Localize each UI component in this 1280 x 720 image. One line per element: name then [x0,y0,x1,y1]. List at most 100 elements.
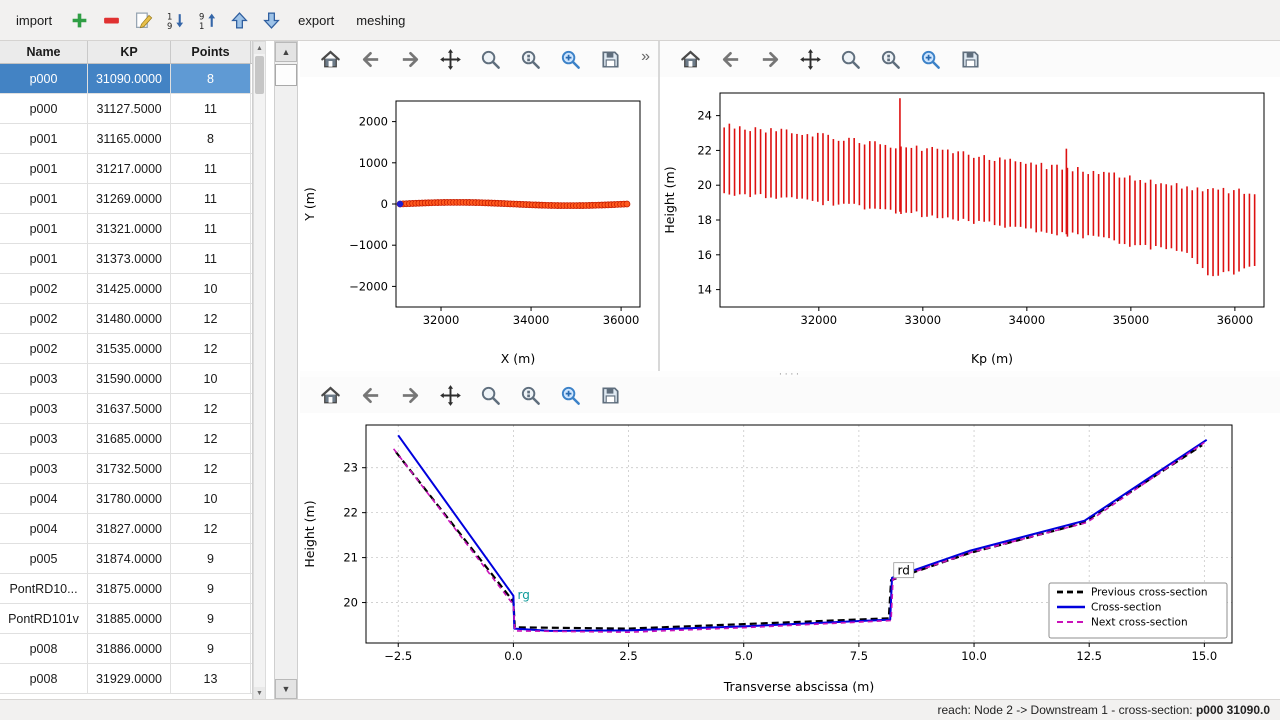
points-cell[interactable]: 9 [171,574,251,603]
column-header-name[interactable]: Name [0,41,88,63]
column-header-kp[interactable]: KP [88,41,171,63]
kp-cell[interactable]: 31269.0000 [88,184,171,213]
name-cell[interactable]: p002 [0,274,88,303]
longitudinal-profile-chart[interactable]: 3200033000340003500036000141618202224Kp … [660,77,1278,369]
kp-cell[interactable]: 31929.0000 [88,664,171,693]
kp-cell[interactable]: 31732.5000 [88,454,171,483]
points-cell[interactable]: 11 [171,94,251,123]
table-row[interactable]: p00431827.000012 [0,514,252,544]
points-cell[interactable]: 12 [171,454,251,483]
table-scroll-down-icon[interactable]: ▼ [254,687,265,699]
kp-cell[interactable]: 31885.0000 [88,604,171,633]
points-cell[interactable]: 10 [171,364,251,393]
name-cell[interactable]: p008 [0,634,88,663]
kp-cell[interactable]: 31090.0000 [88,64,171,93]
points-cell[interactable]: 9 [171,634,251,663]
edit-button[interactable] [128,5,158,35]
home-button[interactable] [314,380,346,410]
sort-ascending-button[interactable]: 1 9 [160,5,190,35]
table-row[interactable]: p00831929.000013 [0,664,252,694]
name-cell[interactable]: p001 [0,184,88,213]
name-cell[interactable]: p001 [0,154,88,183]
table-row[interactable]: p00131217.000011 [0,154,252,184]
points-cell[interactable]: 9 [171,604,251,633]
panel-scrollbar[interactable]: ▲ ▼ [274,41,298,700]
pan-button[interactable] [434,44,466,74]
zoom-button[interactable] [474,44,506,74]
points-cell[interactable]: 11 [171,154,251,183]
forward-button[interactable] [394,44,426,74]
table-row[interactable]: p00031127.500011 [0,94,252,124]
kp-cell[interactable]: 31373.0000 [88,244,171,273]
name-cell[interactable]: p000 [0,94,88,123]
move-down-button[interactable] [256,5,286,35]
table-scrollbar-thumb[interactable] [255,56,264,94]
points-cell[interactable]: 9 [171,544,251,573]
back-button[interactable] [354,380,386,410]
table-scrollbar[interactable]: ▲ ▼ [253,41,266,700]
subplots-button[interactable] [874,44,906,74]
move-up-button[interactable] [224,5,254,35]
kp-cell[interactable]: 31875.0000 [88,574,171,603]
points-cell[interactable]: 8 [171,64,251,93]
kp-cell[interactable]: 31780.0000 [88,484,171,513]
table-row[interactable]: p00431780.000010 [0,484,252,514]
table-row[interactable]: p00331637.500012 [0,394,252,424]
table-row[interactable]: p00831886.00009 [0,634,252,664]
name-cell[interactable]: p002 [0,304,88,333]
table-row[interactable]: p00331732.500012 [0,454,252,484]
kp-cell[interactable]: 31165.0000 [88,124,171,153]
kp-cell[interactable]: 31480.0000 [88,304,171,333]
points-cell[interactable]: 12 [171,304,251,333]
kp-cell[interactable]: 31217.0000 [88,154,171,183]
name-cell[interactable]: p001 [0,124,88,153]
name-cell[interactable]: p003 [0,364,88,393]
points-cell[interactable]: 12 [171,394,251,423]
menu-export[interactable]: export [288,8,344,33]
points-cell[interactable]: 11 [171,184,251,213]
toolbar-overflow-button[interactable]: » [635,46,656,68]
kp-cell[interactable]: 31637.5000 [88,394,171,423]
remove-cross-section-button[interactable] [96,5,126,35]
kp-cell[interactable]: 31321.0000 [88,214,171,243]
subplots-button[interactable] [514,44,546,74]
add-cross-section-button[interactable] [64,5,94,35]
table-row[interactable]: PontRD10...31875.00009 [0,574,252,604]
points-cell[interactable]: 12 [171,424,251,453]
customize-button[interactable] [554,44,586,74]
points-cell[interactable]: 12 [171,514,251,543]
kp-cell[interactable]: 31590.0000 [88,364,171,393]
panel-scroll-down-button[interactable]: ▼ [275,679,297,699]
points-cell[interactable]: 10 [171,274,251,303]
table-row[interactable]: p00331685.000012 [0,424,252,454]
table-row[interactable]: p00331590.000010 [0,364,252,394]
table-row[interactable]: p00531874.00009 [0,544,252,574]
forward-button[interactable] [394,380,426,410]
table-row[interactable]: PontRD101v31885.00009 [0,604,252,634]
kp-cell[interactable]: 31127.5000 [88,94,171,123]
points-cell[interactable]: 11 [171,214,251,243]
name-cell[interactable]: p003 [0,394,88,423]
table-scroll-up-icon[interactable]: ▲ [254,42,265,54]
name-cell[interactable]: PontRD10... [0,574,88,603]
customize-button[interactable] [554,380,586,410]
points-cell[interactable]: 8 [171,124,251,153]
column-header-points[interactable]: Points [171,41,251,63]
cross-section-chart[interactable]: rgrd−2.50.02.55.07.510.012.515.020212223… [300,413,1278,697]
menu-import[interactable]: import [6,8,62,33]
name-cell[interactable]: p004 [0,484,88,513]
name-cell[interactable]: p008 [0,664,88,693]
points-cell[interactable]: 13 [171,664,251,693]
points-cell[interactable]: 10 [171,484,251,513]
table-row[interactable]: p00231425.000010 [0,274,252,304]
table-row[interactable]: p00131373.000011 [0,244,252,274]
name-cell[interactable]: PontRD101v [0,604,88,633]
name-cell[interactable]: p003 [0,454,88,483]
name-cell[interactable]: p001 [0,244,88,273]
name-cell[interactable]: p000 [0,64,88,93]
table-row[interactable]: p00131269.000011 [0,184,252,214]
table-row[interactable]: p00031090.00008 [0,64,252,94]
name-cell[interactable]: p001 [0,214,88,243]
points-cell[interactable]: 12 [171,334,251,363]
table-row[interactable]: p00231535.000012 [0,334,252,364]
